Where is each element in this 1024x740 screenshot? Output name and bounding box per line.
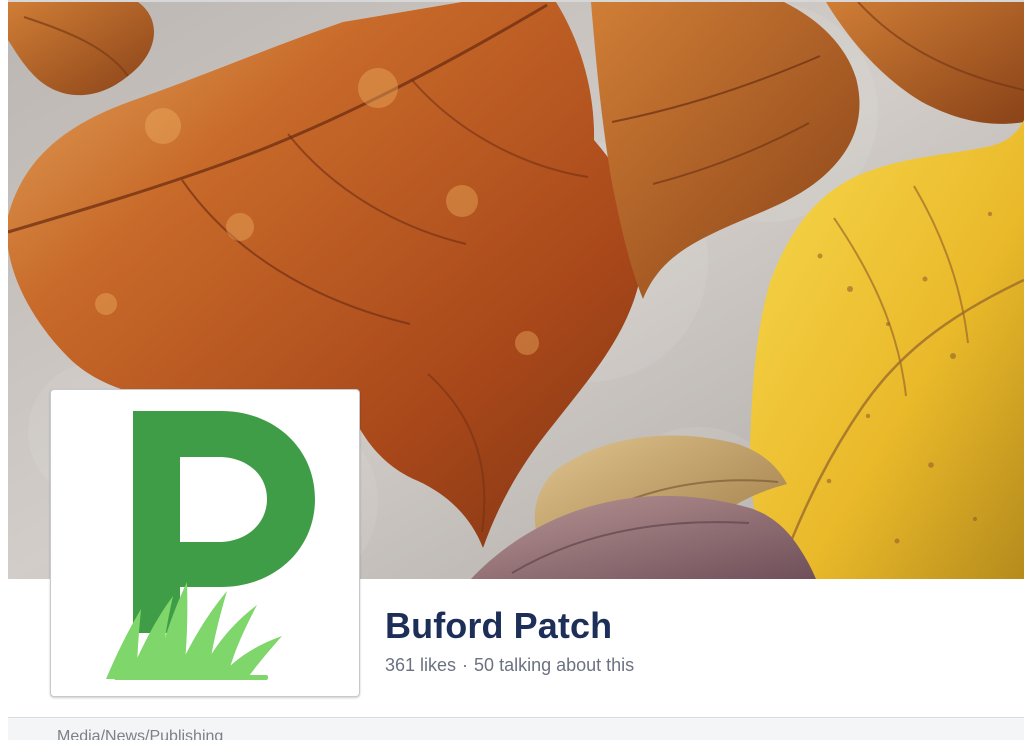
page-stats: 361 likes · 50 talking about this xyxy=(385,656,634,674)
patch-logo xyxy=(106,411,315,680)
page-category-bar: Media/News/Publishing xyxy=(8,717,1024,740)
page-title[interactable]: Buford Patch xyxy=(385,608,634,644)
likes-count[interactable]: 361 likes xyxy=(385,655,456,675)
profile-picture[interactable] xyxy=(50,389,360,697)
grass-icon xyxy=(106,582,282,680)
page-header: Buford Patch 361 likes · 50 talking about … xyxy=(385,608,634,675)
page-category[interactable]: Media/News/Publishing xyxy=(57,728,223,740)
talking-about-count[interactable]: 50 talking about this xyxy=(474,655,634,675)
stats-separator: · xyxy=(462,655,469,675)
